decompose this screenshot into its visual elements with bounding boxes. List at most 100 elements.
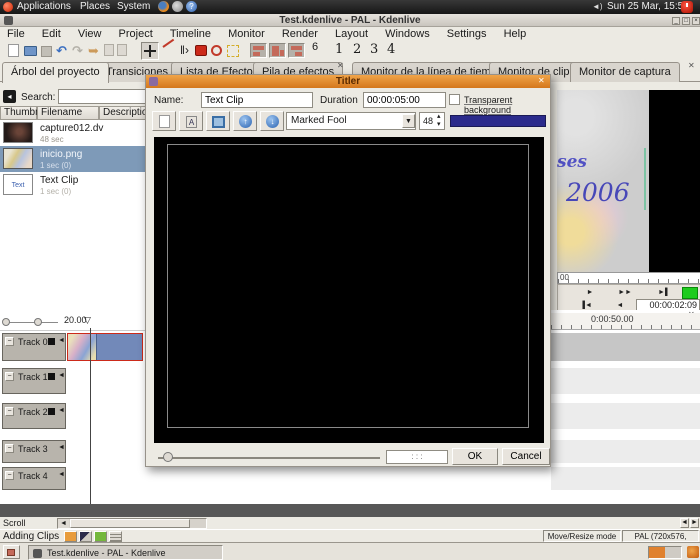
menu-windows[interactable]: Windows [378,27,437,41]
menu-project[interactable]: Project [112,27,160,41]
clear-search-button[interactable]: ◂ [3,90,16,103]
menu-settings[interactable]: Settings [440,27,494,41]
launcher-icon[interactable] [172,1,183,12]
font-color-swatch[interactable] [450,115,546,127]
speaker-icon[interactable]: ◄ [58,444,65,451]
task-button[interactable]: Test.kdenlive - PAL - Kdenlive [28,545,223,560]
help-launcher-icon[interactable]: ? [186,1,197,12]
raise-object-button[interactable]: ↑ [233,111,257,131]
track-lane-right-1[interactable] [551,368,700,394]
video-clip-icon[interactable] [94,531,107,542]
redo-icon[interactable]: ↷ [72,43,83,59]
zoom-slider-track[interactable] [8,322,58,323]
selection-icon[interactable] [227,45,239,57]
video-mute-icon[interactable] [48,338,55,345]
cancel-button[interactable]: Cancel [502,448,550,465]
title-preview-canvas[interactable] [154,137,544,443]
lower-object-button[interactable]: ↓ [260,111,284,131]
collapse-track-icon[interactable]: − [5,337,14,346]
save-icon[interactable] [41,46,52,57]
column-header-filename[interactable]: Filename [37,106,99,120]
column-header-thumbnail[interactable]: Thumbnail [0,106,37,120]
scroll-left-arrow-icon[interactable]: ◄ [58,519,69,528]
collapse-track-icon[interactable]: − [5,407,14,416]
menu-monitor[interactable]: Monitor [221,27,272,41]
tab-monitor-de-captura[interactable]: Monitor de captura [570,62,680,82]
transparent-background-checkbox[interactable] [449,94,460,105]
selected-clip-group[interactable] [67,333,143,361]
shutdown-icon[interactable] [681,1,693,13]
frame-position-field[interactable]: : : : [386,450,448,464]
maximize-button[interactable]: □ [682,17,690,25]
zoom-slider-handle[interactable] [2,318,10,326]
image-clip[interactable] [68,334,96,360]
speaker-icon[interactable]: ◄ [58,407,65,414]
track-lane-right-3[interactable] [551,440,700,463]
record-icon[interactable] [195,45,207,56]
notification-icon[interactable] [687,546,699,558]
workspace-cell-active[interactable] [649,547,665,558]
scroll-right-arrow-right-icon[interactable]: ► [690,518,699,528]
paste-special-icon[interactable]: ➥ [88,43,99,59]
horn-icon[interactable]: 6 [312,41,318,53]
track-header-1[interactable]: − Track 1 ◄ [2,368,66,394]
move-tool-button[interactable] [141,42,159,60]
workspace-switcher[interactable] [648,546,682,559]
firefox-launcher-icon[interactable] [158,1,169,12]
volume-icon[interactable]: ◄) [592,2,603,11]
edit-text-button[interactable]: A [179,111,203,131]
dialog-close-icon[interactable]: ✕ [538,76,545,85]
scroll-right-arrow-left-icon[interactable]: ◄ [680,518,689,528]
track-header-4[interactable]: − Track 4 ◄ [2,467,66,490]
undo-icon[interactable]: ↶ [56,43,67,59]
secondary-ruler[interactable]: 0:00:50.00 [551,313,700,330]
scrollbar-thumb[interactable] [70,519,190,528]
monitor-ruler[interactable]: 00 [557,272,700,284]
panel-clock[interactable]: Sun 25 Mar, 15:57 [607,1,689,12]
video-mute-icon[interactable] [48,373,55,380]
system-menu[interactable]: System [117,1,150,12]
menu-edit[interactable]: Edit [35,27,68,41]
track-lane-right-2[interactable] [551,403,700,429]
razor-tool-icon[interactable] [162,39,174,48]
slideshow-clip-icon[interactable] [109,531,122,542]
workspace-4-button[interactable]: 4 [387,42,395,57]
add-rectangle-button[interactable] [206,111,230,131]
new-text-button[interactable] [152,111,176,131]
track-header-2[interactable]: − Track 2 ◄ [2,403,66,429]
speaker-icon[interactable]: ◄ [58,471,65,478]
speaker-icon[interactable]: ◄ [58,337,65,344]
open-file-icon[interactable] [24,46,37,56]
workspace-3-button[interactable]: 3 [370,42,378,57]
fast-forward-button[interactable]: ►► [614,287,636,298]
workspace-2-button[interactable]: 2 [353,42,361,57]
show-desktop-button[interactable] [3,545,20,559]
font-select[interactable]: Marked Fool ▼ [286,112,416,130]
track-header-0[interactable]: − Track 0 ◄ [2,333,66,361]
collapse-track-icon[interactable]: − [5,471,14,480]
horizontal-scrollbar[interactable]: ◄ [57,518,207,529]
text-clip-on-timeline[interactable] [96,334,142,360]
track-header-3[interactable]: − Track 3 ◄ [2,440,66,463]
spinner-up-icon[interactable]: ▴ [437,112,441,120]
speaker-icon[interactable]: ◄ [58,372,65,379]
close-button[interactable]: × [692,17,700,25]
zoom-slider-handle-2[interactable] [34,318,42,326]
applications-menu[interactable]: Applications [17,1,71,12]
workspace-1-button[interactable]: 1 [335,42,343,57]
layout-monitor-button-3[interactable] [288,43,305,58]
font-size-spinner[interactable]: 48 ▴ ▾ [419,112,445,130]
menu-help[interactable]: Help [497,27,534,41]
video-mute-icon[interactable] [48,408,55,415]
play-button[interactable]: ► [580,287,600,298]
playhead-marker-icon[interactable]: ▽ [84,315,91,326]
image-clip-icon[interactable] [79,531,92,542]
dialog-titlebar[interactable]: Titler ✕ [146,75,550,88]
new-file-icon[interactable] [8,44,19,57]
menu-layout[interactable]: Layout [328,27,375,41]
paste-icon[interactable] [117,44,127,56]
tab-arbol-del-proyecto[interactable]: Árbol del proyecto [2,62,109,83]
duration-input[interactable] [363,92,446,108]
stop-icon[interactable] [211,45,222,56]
workspace-cell[interactable] [665,547,681,558]
